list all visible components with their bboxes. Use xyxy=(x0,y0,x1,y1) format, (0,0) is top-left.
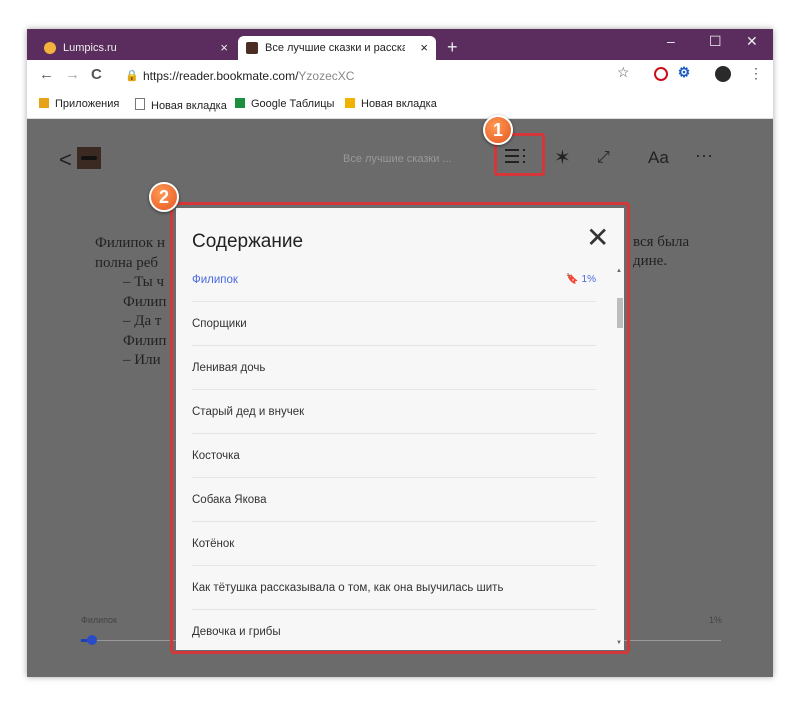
toc-panel-highlight xyxy=(170,202,630,654)
window-close-button[interactable]: ✕ xyxy=(746,33,758,50)
browser-toolbar: ← → C 🔒 https://reader.bookmate.com/Yzoz… xyxy=(27,60,773,91)
bookmarks-bar: Приложения Новая вкладка Google Таблицы … xyxy=(27,91,773,119)
tab-bookmate[interactable]: Все лучшие сказки и рассказы, × xyxy=(238,36,436,60)
bookmark-star-icon[interactable]: ✶ xyxy=(554,145,571,170)
bookmark-google-sheets[interactable]: Google Таблицы xyxy=(235,98,334,110)
bookmark-label: Приложения xyxy=(55,98,120,110)
text-fragment: вся была xyxy=(633,234,690,250)
url-host: https://reader.bookmate.com/ xyxy=(143,69,299,83)
tab-close-icon[interactable]: × xyxy=(420,40,428,55)
more-options-icon[interactable]: ··· xyxy=(695,145,713,166)
opera-extension-icon[interactable] xyxy=(654,67,668,81)
bookmark-new-tab-2[interactable]: Новая вкладка xyxy=(345,98,437,110)
reload-button[interactable]: C xyxy=(91,66,102,83)
step-1-marker: 1 xyxy=(483,115,513,145)
progress-percent: 1% xyxy=(709,615,723,625)
back-button[interactable]: ← xyxy=(39,66,54,83)
sheets-icon xyxy=(235,98,245,108)
fullscreen-icon[interactable]: ⤢ xyxy=(597,149,610,167)
bookmark-label: Новая вкладка xyxy=(361,98,437,110)
url-path: YzozecXC xyxy=(298,69,355,83)
url-text: https://reader.bookmate.com/YzozecXC xyxy=(143,69,354,83)
book-title: Все лучшие сказки ... xyxy=(343,153,452,165)
tab-lumpics[interactable]: Lumpics.ru × xyxy=(36,36,236,60)
tab-title: Lumpics.ru xyxy=(63,42,117,54)
apps-grid-icon xyxy=(39,98,49,108)
bookmark-star-icon[interactable]: ☆ xyxy=(617,64,630,81)
maximize-button[interactable]: ☐ xyxy=(709,33,722,50)
reader-back-button[interactable]: < xyxy=(59,147,72,173)
toc-icon[interactable] xyxy=(503,145,531,171)
text-fragment: дине. xyxy=(633,253,668,269)
lock-icon: 🔒 xyxy=(125,70,139,82)
bookmark-apps[interactable]: Приложения xyxy=(39,98,119,110)
font-settings-button[interactable]: Aa xyxy=(648,148,669,168)
step-2-marker: 2 xyxy=(149,182,179,212)
bookmate-logo[interactable] xyxy=(77,147,101,169)
bookmark-new-tab-1[interactable]: Новая вкладка xyxy=(135,98,227,112)
vpn-extension-icon[interactable]: ⚙ xyxy=(677,65,691,79)
bookmark-label: Новая вкладка xyxy=(151,100,227,112)
browser-window: Lumpics.ru × Все лучшие сказки и рассказ… xyxy=(27,29,773,677)
tab-close-icon[interactable]: × xyxy=(220,40,228,55)
toc-list-icon xyxy=(505,149,525,163)
reader-area: < Все лучшие сказки ... ✶ ⤢ Aa ··· Филип… xyxy=(27,115,773,677)
tab-title: Все лучшие сказки и рассказы, xyxy=(265,42,405,54)
new-tab-button[interactable]: + xyxy=(447,37,458,58)
profile-avatar[interactable] xyxy=(715,66,731,82)
browser-menu-icon[interactable]: ⋮ xyxy=(749,65,763,82)
lumpics-favicon-icon xyxy=(44,42,56,54)
minimize-button[interactable]: – xyxy=(667,33,675,49)
tab-strip: Lumpics.ru × Все лучшие сказки и рассказ… xyxy=(27,29,773,60)
page-icon xyxy=(135,98,145,110)
bookmate-favicon-icon xyxy=(246,42,258,54)
address-bar[interactable]: 🔒 https://reader.bookmate.com/YzozecXC xyxy=(121,64,641,87)
forward-button[interactable]: → xyxy=(65,66,80,83)
image-icon xyxy=(345,98,355,108)
chapter-label: Филипок xyxy=(81,615,117,625)
bookmark-label: Google Таблицы xyxy=(251,98,335,110)
progress-slider-handle[interactable] xyxy=(87,635,97,645)
